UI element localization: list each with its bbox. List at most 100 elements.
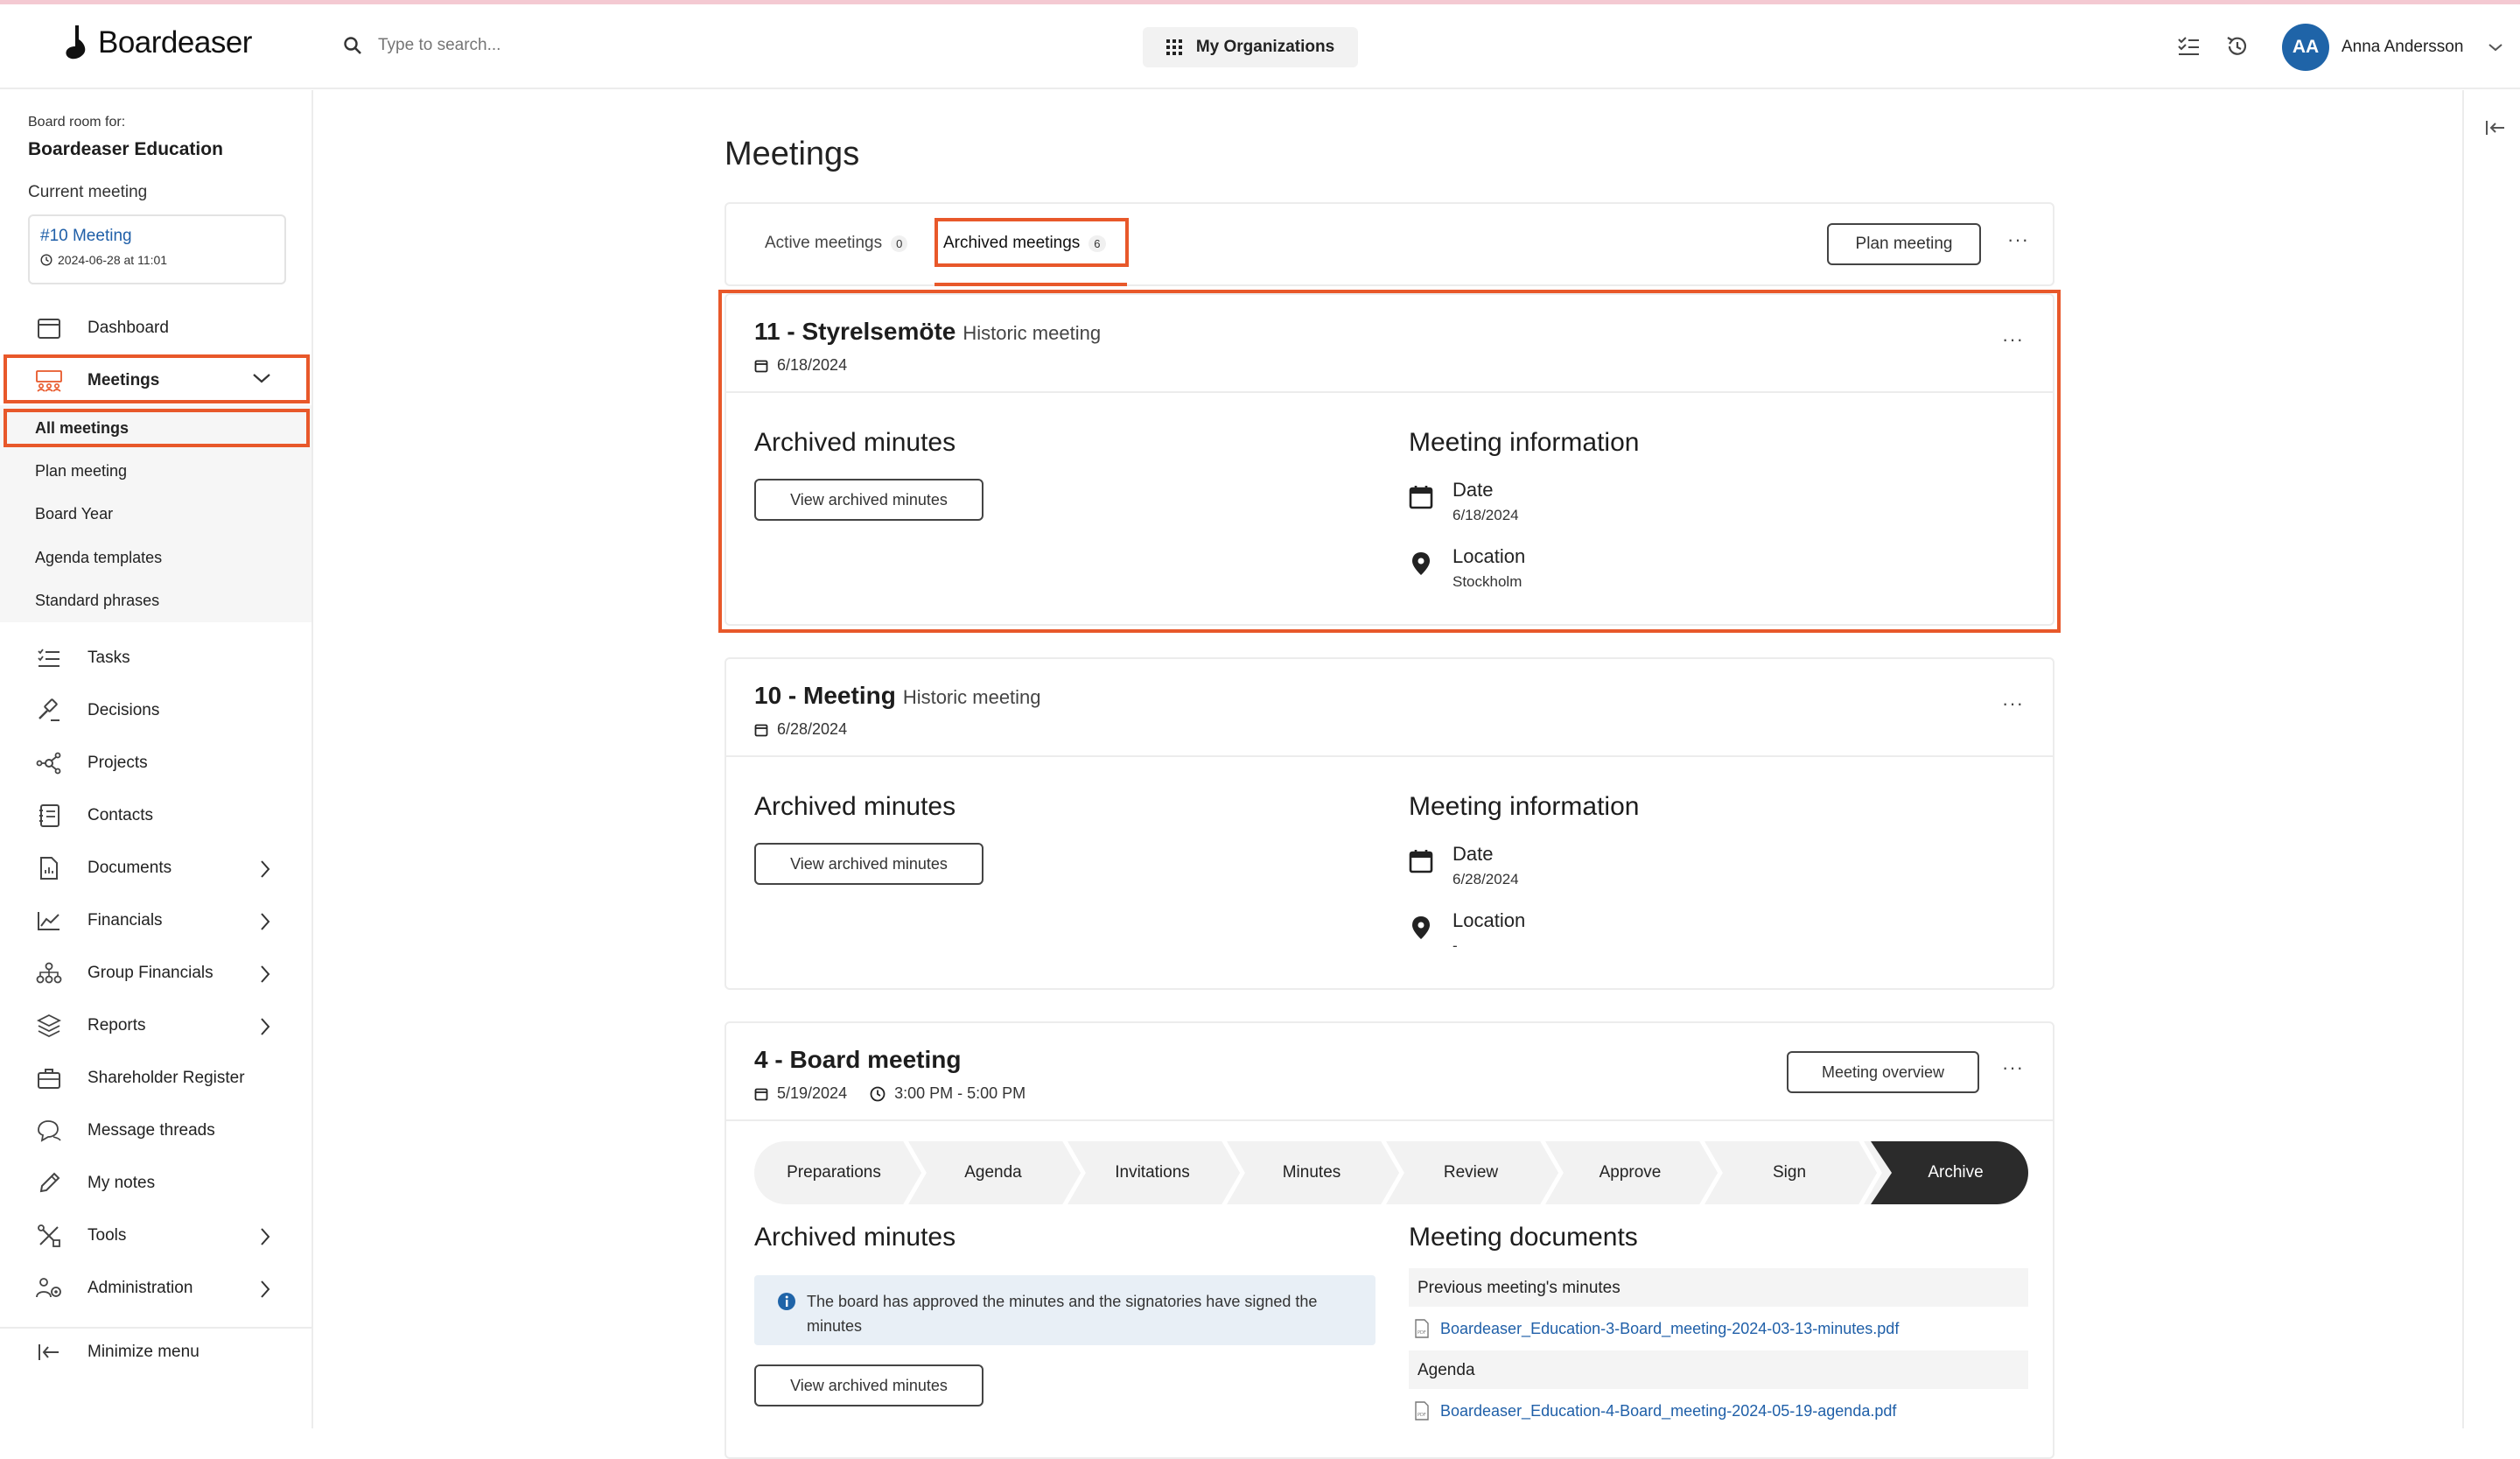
active-tab-indicator — [934, 283, 1127, 286]
user-name: Anna Andersson — [2342, 38, 2464, 56]
submenu-plan-meeting[interactable]: Plan meeting — [35, 462, 127, 480]
agenda-section: Agenda — [1409, 1350, 2028, 1389]
pdf-file-icon: PDF — [1415, 1401, 1429, 1420]
meeting-card-header: 4 - Board meeting 5/19/2024 3:00 PM - 5:… — [726, 1023, 2053, 1121]
search-bar — [343, 36, 746, 55]
agenda-file-link[interactable]: PDF Boardeaser_Education-4-Board_meeting… — [1414, 1401, 1896, 1420]
sidebar-item-decisions[interactable]: Decisions — [0, 686, 312, 735]
chart-icon — [38, 912, 60, 930]
first-meeting-highlight-box — [718, 290, 2061, 633]
minimize-menu-button[interactable]: Minimize menu — [0, 1328, 312, 1377]
calendar-icon — [1409, 850, 1433, 873]
sidebar-item-dashboard[interactable]: Dashboard — [0, 304, 312, 353]
submenu-standard-phrases[interactable]: Standard phrases — [35, 592, 159, 610]
active-meetings-count: 0 — [891, 235, 908, 252]
meeting-documents-title: Meeting documents — [1409, 1223, 1638, 1252]
sidebar-item-administration[interactable]: Administration — [0, 1264, 312, 1313]
archived-minutes-title: Archived minutes — [754, 792, 956, 821]
chevron-right-icon — [261, 860, 270, 878]
admin-icon — [36, 1278, 61, 1298]
current-meeting-card[interactable]: #10 Meeting 2024-06-28 at 11:01 — [28, 214, 286, 284]
pencil-icon — [39, 1172, 60, 1193]
meeting-overview-button[interactable]: Meeting overview — [1787, 1051, 1979, 1093]
archived-tab-highlight-box — [934, 218, 1129, 267]
tab-active-meetings[interactable]: Active meetings 0 — [765, 234, 908, 253]
app-name: Boardeaser — [98, 25, 252, 60]
page-title: Meetings — [724, 136, 860, 172]
history-icon[interactable] — [2225, 34, 2250, 59]
user-menu[interactable]: AA Anna Andersson — [2282, 24, 2503, 71]
meeting-title[interactable]: 4 - Board meeting — [754, 1046, 961, 1074]
meeting-subtitle: Historic meeting — [902, 686, 1041, 708]
sidebar-item-financials[interactable]: Financials — [0, 896, 312, 945]
all-meetings-highlight-box — [4, 409, 310, 447]
collapse-left-icon — [38, 1344, 59, 1360]
briefcase-icon — [38, 1069, 60, 1089]
tools-icon — [38, 1224, 60, 1247]
calendar-icon — [38, 319, 60, 339]
header-icons — [2176, 34, 2250, 59]
meeting-date: 5/19/2024 3:00 PM - 5:00 PM — [754, 1084, 1026, 1103]
meeting-card: 4 - Board meeting 5/19/2024 3:00 PM - 5:… — [724, 1021, 2054, 1459]
sidebar-item-my-notes[interactable]: My notes — [0, 1159, 312, 1208]
chevron-right-icon — [261, 1018, 270, 1035]
sidebar-item-message-threads[interactable]: Message threads — [0, 1106, 312, 1155]
sidebar: Board room for: Boardeaser Education Cur… — [0, 90, 313, 1428]
group-icon — [36, 962, 62, 984]
meeting-card-header: 10 - Meeting Historic meeting 6/28/2024 ·… — [726, 659, 2053, 757]
sidebar-item-group-financials[interactable]: Group Financials — [0, 949, 312, 998]
collapse-panel-icon[interactable] — [2485, 119, 2506, 137]
gavel-icon — [38, 698, 60, 721]
my-organizations-button[interactable]: My Organizations — [1143, 27, 1358, 67]
plan-meeting-button[interactable]: Plan meeting — [1827, 223, 1981, 265]
sidebar-item-reports[interactable]: Reports — [0, 1001, 312, 1050]
board-room-label: Board room for: — [28, 115, 126, 130]
app-logo[interactable]: Boardeaser — [63, 24, 252, 62]
view-archived-minutes-button[interactable]: View archived minutes — [754, 1364, 984, 1406]
current-meeting-label: Current meeting — [28, 183, 148, 201]
meeting-more-options-icon[interactable]: ··· — [2002, 692, 2024, 715]
avatar: AA — [2282, 24, 2329, 71]
sidebar-item-projects[interactable]: Projects — [0, 739, 312, 788]
step-archive[interactable]: Archive — [1883, 1141, 2028, 1204]
right-panel-divider — [2462, 90, 2464, 1428]
top-header: Boardeaser My Organizations AA Anna Ande… — [0, 4, 2520, 89]
location-pin-icon — [1412, 916, 1430, 939]
chevron-right-icon — [261, 913, 270, 930]
sidebar-item-tools[interactable]: Tools — [0, 1211, 312, 1260]
sidebar-item-documents[interactable]: Documents — [0, 844, 312, 893]
contacts-icon — [39, 804, 60, 827]
search-icon — [344, 37, 361, 54]
sidebar-item-contacts[interactable]: Contacts — [0, 791, 312, 840]
sidebar-item-shareholder-register[interactable]: Shareholder Register — [0, 1054, 312, 1103]
main-content: Meetings Active meetings 0 Archived meet… — [313, 90, 2462, 1459]
meetings-highlight-box — [4, 354, 310, 403]
tasks-icon — [38, 649, 60, 667]
svg-text:PDF: PDF — [1418, 1413, 1426, 1418]
meeting-date-info: Date 6/28/2024 — [1409, 843, 1519, 888]
chevron-right-icon — [261, 965, 270, 983]
task-list-icon[interactable] — [2176, 34, 2201, 59]
submenu-board-year[interactable]: Board Year — [35, 505, 113, 523]
meeting-more-options-icon[interactable]: ··· — [2002, 1056, 2024, 1079]
board-room-name: Boardeaser Education — [28, 139, 223, 159]
submenu-agenda-templates[interactable]: Agenda templates — [35, 549, 162, 567]
calendar-icon — [754, 1088, 768, 1100]
previous-minutes-file-link[interactable]: PDF Boardeaser_Education-3-Board_meeting… — [1414, 1319, 1899, 1338]
pdf-file-icon: PDF — [1415, 1319, 1429, 1338]
minutes-approved-alert: The board has approved the minutes and t… — [754, 1275, 1376, 1345]
grid-icon — [1166, 39, 1182, 55]
info-icon — [778, 1293, 795, 1310]
sidebar-item-tasks[interactable]: Tasks — [0, 634, 312, 683]
chevron-right-icon — [261, 1228, 270, 1245]
chevron-down-icon — [2488, 44, 2503, 52]
calendar-icon — [754, 724, 768, 736]
clock-icon — [40, 254, 52, 266]
view-archived-minutes-button[interactable]: View archived minutes — [754, 843, 984, 885]
search-input[interactable] — [378, 36, 746, 55]
meeting-time: 3:00 PM - 5:00 PM — [894, 1084, 1026, 1102]
meeting-location-info: Location - — [1409, 909, 1525, 955]
meeting-title[interactable]: 10 - Meeting Historic meeting — [754, 682, 1041, 710]
projects-icon — [36, 752, 61, 775]
more-options-icon[interactable]: ··· — [2007, 228, 2029, 251]
